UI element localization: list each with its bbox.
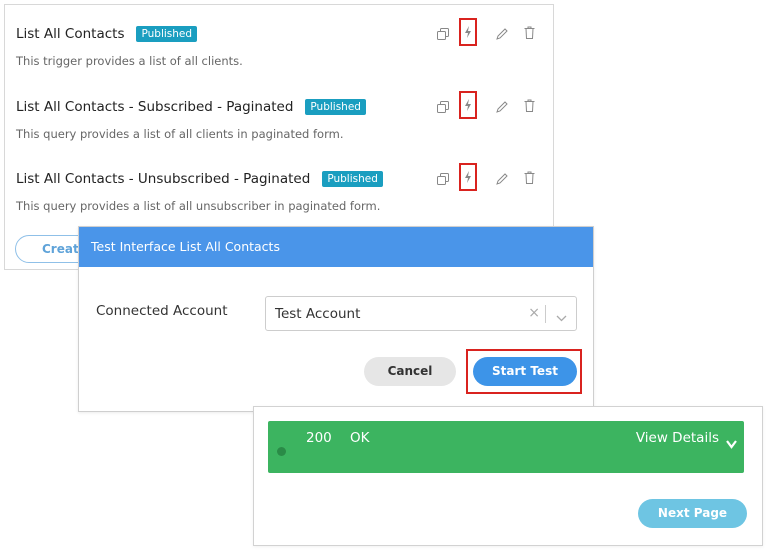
copy-icon[interactable]	[433, 169, 453, 189]
lightning-icon[interactable]	[459, 163, 477, 191]
interface-title-row: List All Contacts - Unsubscribed - Pagin…	[16, 167, 383, 191]
interface-title[interactable]: List All Contacts - Unsubscribed - Pagin…	[16, 171, 310, 187]
trash-icon[interactable]	[519, 22, 539, 42]
interface-item: List All Contacts - Unsubscribed - Pagin…	[16, 163, 543, 227]
trash-icon[interactable]	[519, 95, 539, 115]
pencil-icon[interactable]	[492, 97, 512, 117]
interface-title-row: List All Contacts - Subscribed - Paginat…	[16, 95, 366, 119]
pencil-icon[interactable]	[492, 169, 512, 189]
interface-title[interactable]: List All Contacts	[16, 26, 124, 42]
chevron-down-icon[interactable]	[726, 434, 737, 453]
status-badge: Published	[322, 171, 383, 187]
select-divider	[545, 305, 546, 323]
interface-description: This trigger provides a list of all clie…	[16, 54, 243, 68]
status-badge: Published	[305, 99, 366, 115]
copy-icon[interactable]	[433, 97, 453, 117]
connected-account-label: Connected Account	[96, 303, 228, 319]
status-dot-icon	[277, 447, 286, 456]
copy-icon[interactable]	[433, 24, 453, 44]
lightning-icon[interactable]	[459, 91, 477, 119]
next-page-button[interactable]: Next Page	[638, 499, 747, 528]
connected-account-select[interactable]: Test Account ×	[265, 296, 577, 331]
test-interface-modal: Test Interface List All Contacts Connect…	[78, 226, 594, 412]
view-details-link[interactable]: View Details	[636, 430, 719, 446]
status-text: OK	[350, 430, 370, 446]
status-bar: 200 OK View Details	[268, 421, 744, 473]
status-badge: Published	[136, 26, 198, 42]
interface-description: This query provides a list of all unsubs…	[16, 199, 381, 213]
interface-actions	[426, 91, 556, 119]
test-result-panel: 200 OK View Details Next Page	[253, 406, 763, 546]
interface-actions	[426, 163, 556, 191]
modal-title: Test Interface List All Contacts	[79, 227, 593, 267]
interface-item: List All Contacts Published This trigger…	[16, 18, 543, 82]
interface-title-row: List All Contacts Published	[16, 22, 198, 46]
clear-icon[interactable]: ×	[528, 305, 540, 321]
pencil-icon[interactable]	[492, 24, 512, 44]
cancel-button[interactable]: Cancel	[364, 357, 456, 386]
trash-icon[interactable]	[519, 167, 539, 187]
interface-description: This query provides a list of all client…	[16, 127, 344, 141]
selected-account: Test Account	[275, 306, 361, 322]
lightning-icon[interactable]	[459, 18, 477, 46]
start-test-button[interactable]: Start Test	[473, 357, 577, 386]
status-code: 200	[306, 430, 332, 446]
chevron-down-icon[interactable]	[556, 307, 567, 326]
interface-item: List All Contacts - Subscribed - Paginat…	[16, 91, 543, 155]
interface-actions	[426, 18, 556, 46]
interface-title[interactable]: List All Contacts - Subscribed - Paginat…	[16, 99, 293, 115]
